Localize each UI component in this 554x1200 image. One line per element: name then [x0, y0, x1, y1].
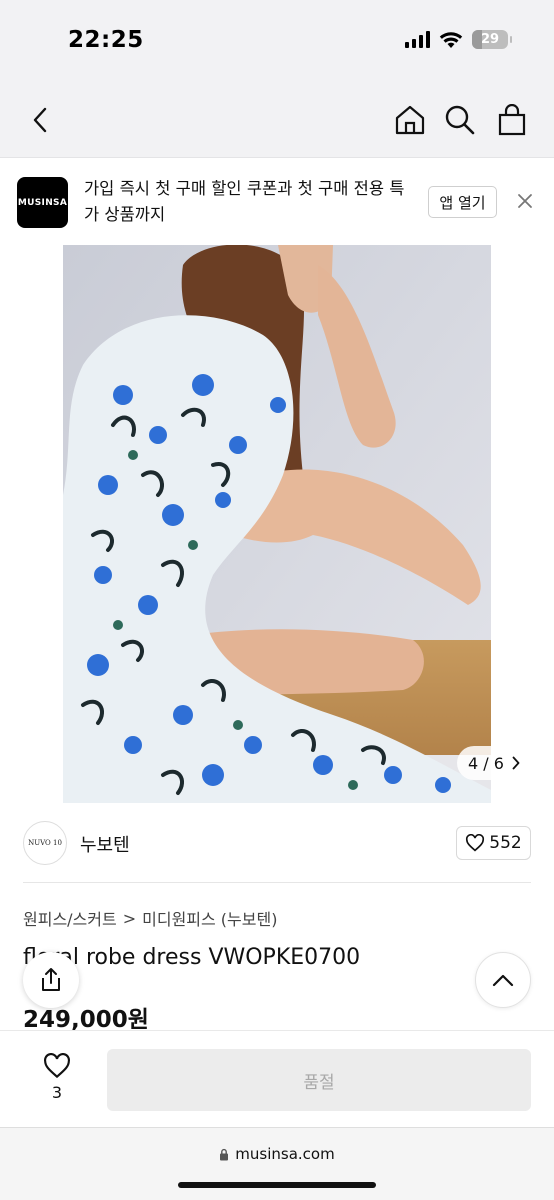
shopping-bag-icon	[498, 104, 526, 136]
breadcrumb-subcategory[interactable]: 미디원피스 (누보텐)	[142, 906, 277, 930]
cart-button[interactable]	[494, 102, 530, 138]
chevron-left-icon	[33, 107, 47, 133]
wishlist-count: 3	[51, 1083, 63, 1102]
search-icon	[445, 105, 475, 135]
cellular-signal-icon	[405, 31, 430, 48]
divider	[23, 882, 531, 883]
browser-url-bar: musinsa.com	[0, 1127, 554, 1200]
bottom-action-bar: 3 품절	[0, 1030, 554, 1127]
wishlist-button[interactable]: 3	[38, 1053, 76, 1102]
open-app-button[interactable]: 앱 열기	[428, 186, 497, 218]
url-display[interactable]: musinsa.com	[0, 1145, 554, 1163]
status-time: 22:25	[68, 27, 144, 53]
heart-icon	[44, 1053, 70, 1079]
brand-row: NUVO 10 누보텐 552	[0, 815, 554, 875]
breadcrumb-separator: >	[122, 908, 137, 928]
share-icon	[42, 968, 60, 991]
close-icon[interactable]	[514, 190, 536, 212]
status-icons: 29	[405, 30, 512, 49]
chevron-right-icon	[512, 756, 520, 770]
image-counter-text: 4 / 6	[468, 753, 504, 773]
home-button[interactable]	[392, 102, 428, 138]
image-counter[interactable]: 4 / 6	[457, 746, 531, 780]
brand-name[interactable]: 누보텐	[80, 831, 130, 857]
scroll-top-button[interactable]	[475, 952, 531, 1008]
status-bar: 22:25 29	[0, 0, 554, 84]
wifi-icon	[439, 31, 463, 48]
battery-percent: 29	[480, 32, 500, 47]
brand-like-button[interactable]: 552	[456, 826, 531, 860]
heart-icon	[466, 834, 485, 852]
chevron-up-icon	[492, 974, 514, 987]
brand-logo[interactable]: NUVO 10	[23, 821, 67, 865]
brand-like-count: 552	[489, 833, 522, 853]
sold-out-button[interactable]: 품절	[107, 1049, 531, 1111]
breadcrumb: 원피스/스커트 > 미디원피스 (누보텐)	[23, 906, 277, 930]
share-button[interactable]	[23, 952, 79, 1008]
product-image[interactable]	[63, 245, 491, 803]
nav-bar	[0, 84, 554, 158]
banner-message: 가입 즉시 첫 구매 할인 쿠폰과 첫 구매 전용 특가 상품까지	[84, 179, 405, 224]
battery-icon: 29	[472, 30, 512, 49]
home-icon	[395, 105, 425, 135]
lock-icon	[220, 1148, 229, 1160]
search-button[interactable]	[442, 102, 478, 138]
musinsa-logo: MUSINSA	[17, 177, 68, 228]
breadcrumb-category[interactable]: 원피스/스커트	[23, 906, 117, 930]
app-install-banner: MUSINSA 가입 즉시 첫 구매 할인 쿠폰과 첫 구매 전용 특가 상품까…	[0, 158, 554, 244]
back-button[interactable]	[22, 102, 58, 138]
product-photo	[63, 245, 491, 803]
url-text: musinsa.com	[235, 1145, 335, 1163]
home-indicator[interactable]	[178, 1182, 376, 1188]
